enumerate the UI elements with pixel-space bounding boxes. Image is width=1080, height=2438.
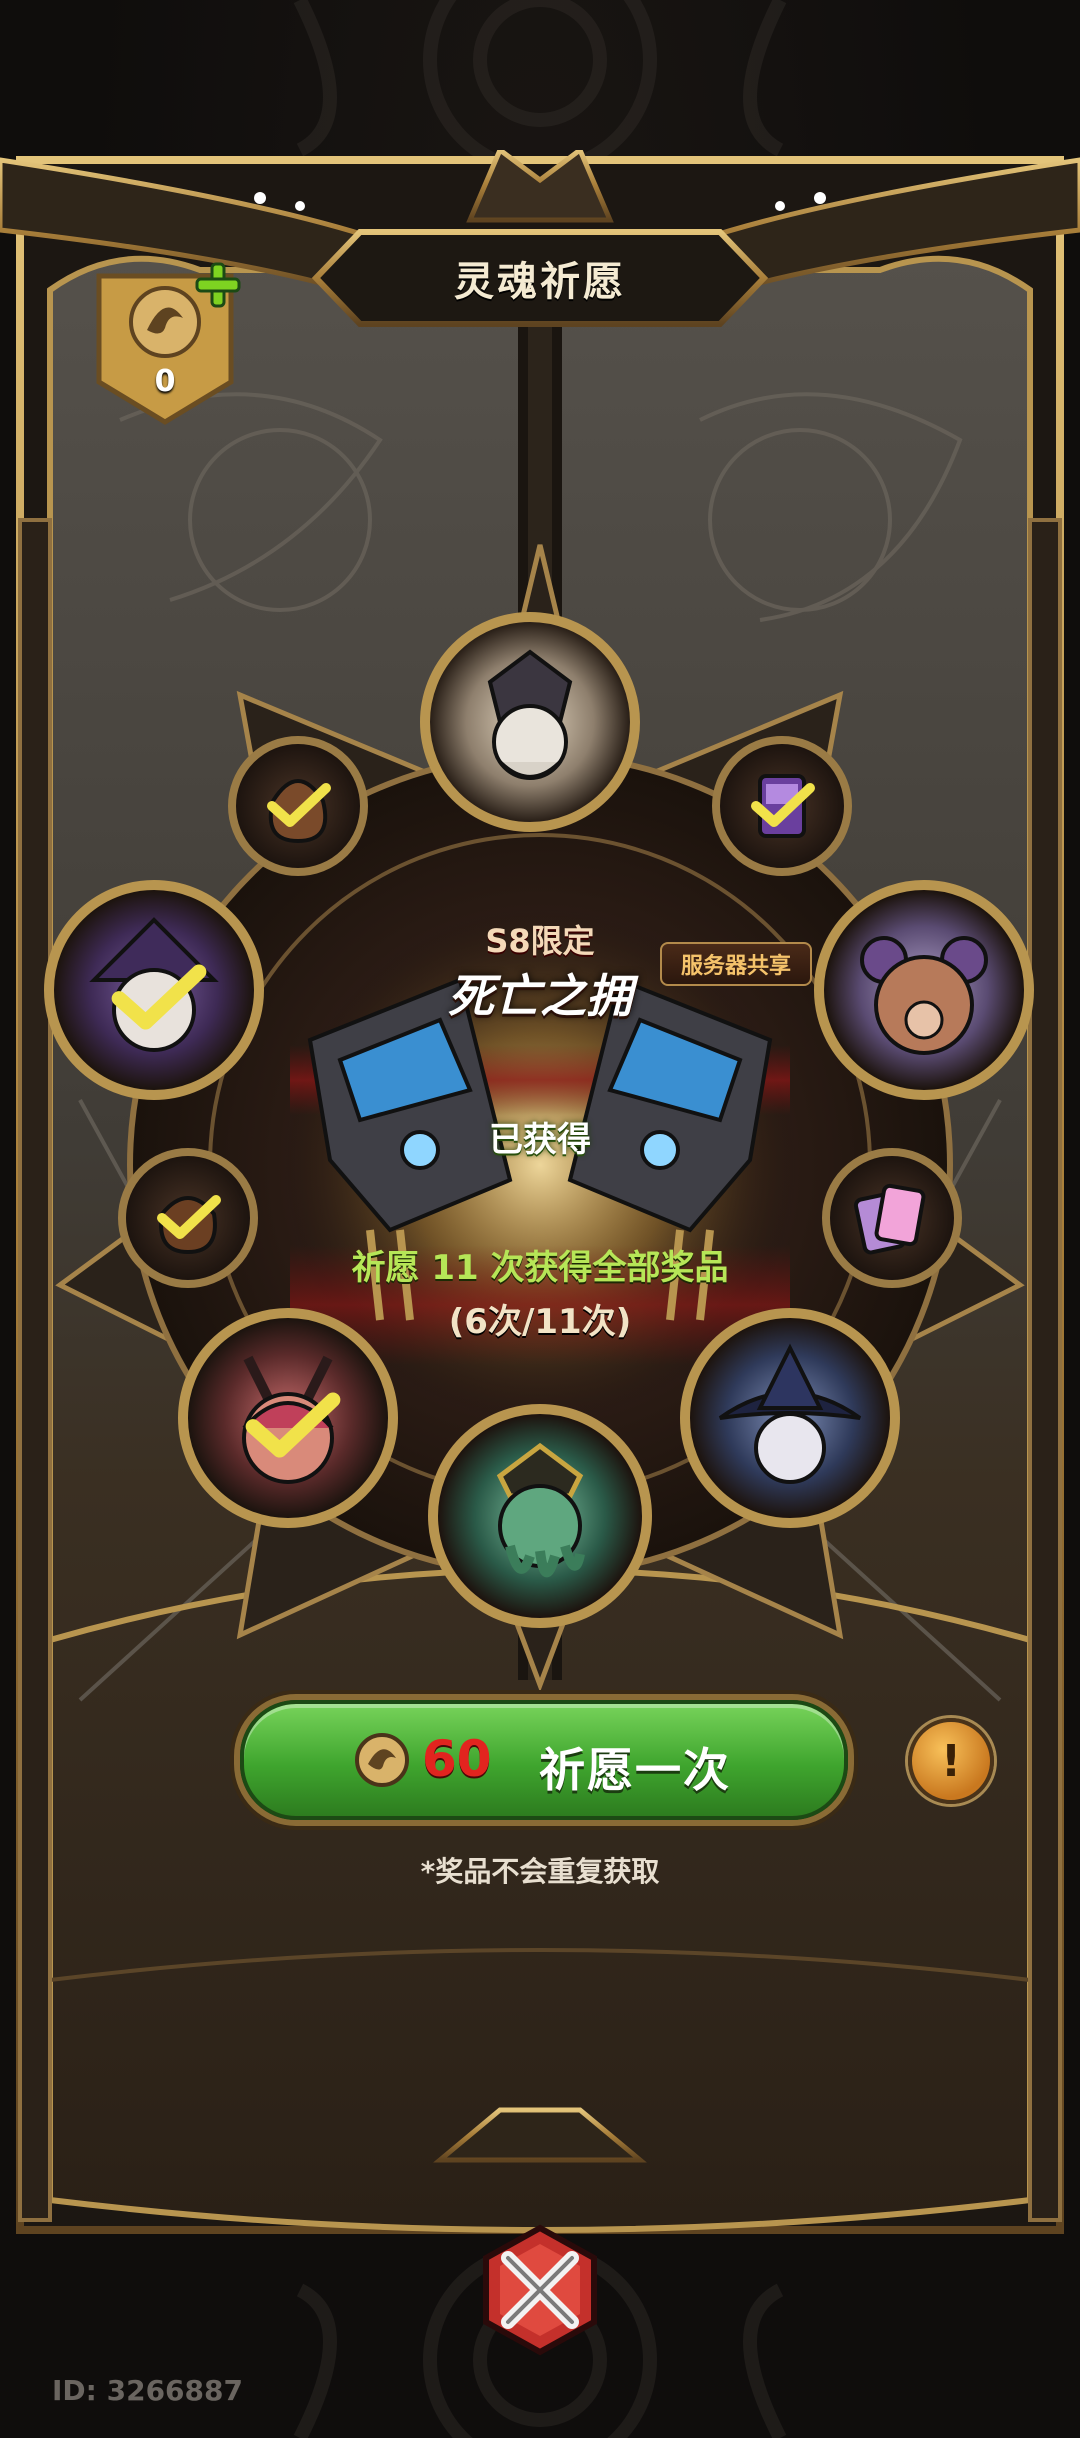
season-label: S8限定 xyxy=(485,922,595,960)
reward-lower-left-hero[interactable] xyxy=(178,1308,398,1528)
reward-right-hero[interactable] xyxy=(814,880,1034,1100)
reward-left-hero[interactable] xyxy=(44,880,264,1100)
witch-hero-icon xyxy=(89,917,219,1052)
tentacle-hero-icon xyxy=(496,1442,585,1578)
info-button[interactable]: ! xyxy=(908,1718,994,1804)
plus-icon[interactable] xyxy=(195,262,241,308)
bag-icon xyxy=(159,1196,217,1255)
wish-once-label: 祈愿一次 xyxy=(539,1743,731,1797)
card-pack-icon xyxy=(853,1183,926,1255)
soul-coin-count: 0 xyxy=(154,364,176,399)
no-duplicate-note: *奖品不会重复获取 xyxy=(420,1855,660,1888)
featured-obtained-label: 已获得 xyxy=(489,1120,591,1160)
wizard-hero-icon xyxy=(718,1343,862,1484)
reward-upper-right-small[interactable] xyxy=(712,736,852,876)
soul-wish-screen: 灵魂祈愿 0 S8限定 死亡之拥 服务器共享 已获得 祈愿 11 次获得全部奖品… xyxy=(0,0,1080,2438)
horned-knight-hero-icon xyxy=(487,649,573,780)
wish-once-button[interactable]: 60 祈愿一次 xyxy=(240,1700,848,1820)
featured-reward-name: 死亡之拥 xyxy=(448,969,632,1023)
reward-bottom-hero[interactable] xyxy=(428,1404,652,1628)
soul-coin-counter[interactable]: 0 xyxy=(95,262,241,432)
soul-coin-icon xyxy=(355,1733,409,1787)
pouch-icon xyxy=(268,779,328,844)
server-shared-badge: 服务器共享 xyxy=(660,942,812,986)
close-x-icon[interactable] xyxy=(470,2220,610,2360)
wish-goal-text: 祈愿 11 次获得全部奖品 xyxy=(351,1248,729,1288)
horned-girl-hero-icon xyxy=(242,1355,334,1484)
wish-cost: 60 xyxy=(422,1730,492,1788)
reward-mid-left-small[interactable] xyxy=(118,1148,258,1288)
player-id: ID: 3266887 xyxy=(52,2374,243,2407)
reward-lower-right-hero[interactable] xyxy=(680,1308,900,1528)
wish-progress-count: (6次/11次) xyxy=(448,1302,632,1342)
purple-card-icon xyxy=(758,774,806,838)
reward-upper-left-small[interactable] xyxy=(228,736,368,876)
reward-mid-right-small[interactable] xyxy=(822,1148,962,1288)
panel-title: 灵魂祈愿 xyxy=(454,259,626,305)
reward-top-hero[interactable] xyxy=(420,612,640,832)
bear-hero-icon xyxy=(860,936,988,1055)
